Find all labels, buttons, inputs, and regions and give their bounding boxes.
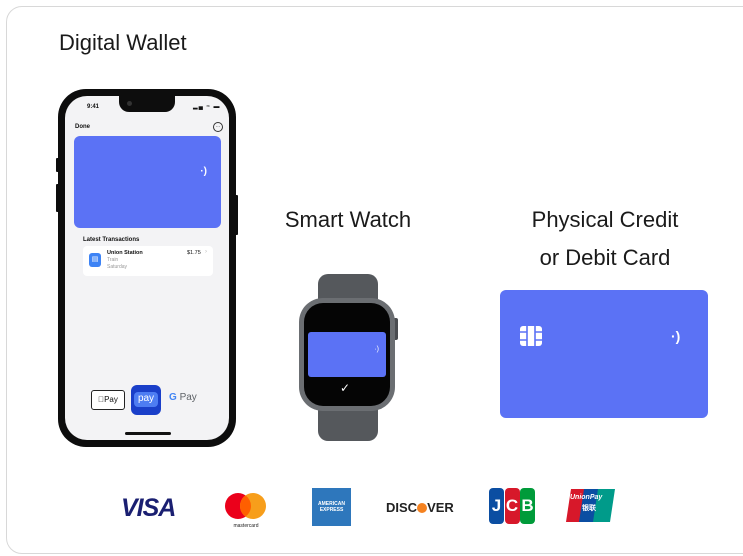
google-pay-label: Pay — [179, 392, 197, 403]
transaction-category: Train — [107, 257, 119, 263]
amex-logo: AMERICAN EXPRESS — [312, 488, 351, 526]
jcb-letter-c: C — [504, 488, 520, 524]
unionpay-chinese-wordmark: 银联 — [582, 505, 596, 512]
status-time: 9:41 — [87, 104, 100, 110]
transaction-amount: $1.75 — [187, 250, 201, 256]
more-icon[interactable]: ··· — [213, 122, 223, 132]
done-button[interactable]: Done — [75, 124, 90, 130]
transaction-name: Union Station — [107, 250, 143, 256]
physical-card-label-line1: Physical Credit — [531, 207, 679, 232]
discover-wordmark-start: DISC — [386, 500, 418, 515]
watch-card: ·) — [308, 332, 386, 377]
camera-icon — [127, 101, 132, 106]
discover-wordmark-end: VER — [427, 500, 454, 515]
apple-pay-logo: Pay — [91, 390, 125, 410]
checkmark-icon: ✓ — [340, 381, 351, 395]
unionpay-wordmark: UnionPay — [570, 494, 603, 501]
physical-card-label-line2: or Debit Card — [539, 245, 671, 270]
latest-transactions-heading: Latest Transactions — [83, 237, 140, 243]
phone-device: 9:41 ▂▄ ≈ ▬ Done ··· ·) Latest Transacti… — [58, 89, 236, 447]
train-icon: ▤ — [89, 253, 101, 267]
chip-icon — [520, 326, 542, 346]
discover-logo: DISC VER — [386, 500, 454, 515]
home-indicator — [125, 432, 171, 435]
unionpay-logo: UnionPay 银联 — [566, 489, 615, 522]
mastercard-logo: mastercard — [225, 493, 266, 529]
wallet-card[interactable]: ·) — [74, 136, 221, 228]
physical-card-label: Physical Credit or Debit Card — [494, 201, 716, 277]
phone-screen: 9:41 ▂▄ ≈ ▬ Done ··· ·) Latest Transacti… — [65, 96, 229, 440]
jcb-letter-j: J — [489, 488, 504, 524]
page-title: Digital Wallet — [59, 30, 187, 55]
chevron-right-icon: › — [205, 249, 207, 255]
transaction-row[interactable]: ▤ Union Station Train Saturday $1.75 › — [83, 246, 213, 276]
status-icons: ▂▄ ≈ ▬ — [193, 104, 221, 110]
watch-screen: ·) ✓ — [304, 303, 390, 406]
discover-o-icon — [417, 503, 428, 513]
contactless-icon: ·) — [200, 166, 207, 177]
smart-watch-label: Smart Watch — [284, 207, 412, 232]
samsung-pay-label: pay — [134, 392, 158, 407]
smart-watch-device: ·) ✓ — [299, 298, 395, 411]
apple-pay-label: Pay — [101, 395, 118, 404]
mastercard-wordmark: mastercard — [233, 523, 258, 529]
physical-card: ·) — [500, 290, 708, 418]
google-g-icon: G — [169, 392, 177, 403]
contactless-icon: ·) — [374, 346, 379, 353]
jcb-letter-b: B — [520, 488, 535, 524]
visa-logo: VISA — [121, 494, 176, 522]
jcb-logo: J C B — [489, 488, 535, 524]
transaction-date: Saturday — [107, 264, 128, 270]
contactless-icon: ·) — [671, 328, 681, 344]
payment-methods: Pay pay G Pay — [91, 385, 229, 415]
amex-wordmark: AMERICAN EXPRESS — [318, 501, 345, 513]
google-pay-logo: G Pay — [169, 392, 197, 403]
samsung-pay-logo: pay — [131, 385, 161, 415]
